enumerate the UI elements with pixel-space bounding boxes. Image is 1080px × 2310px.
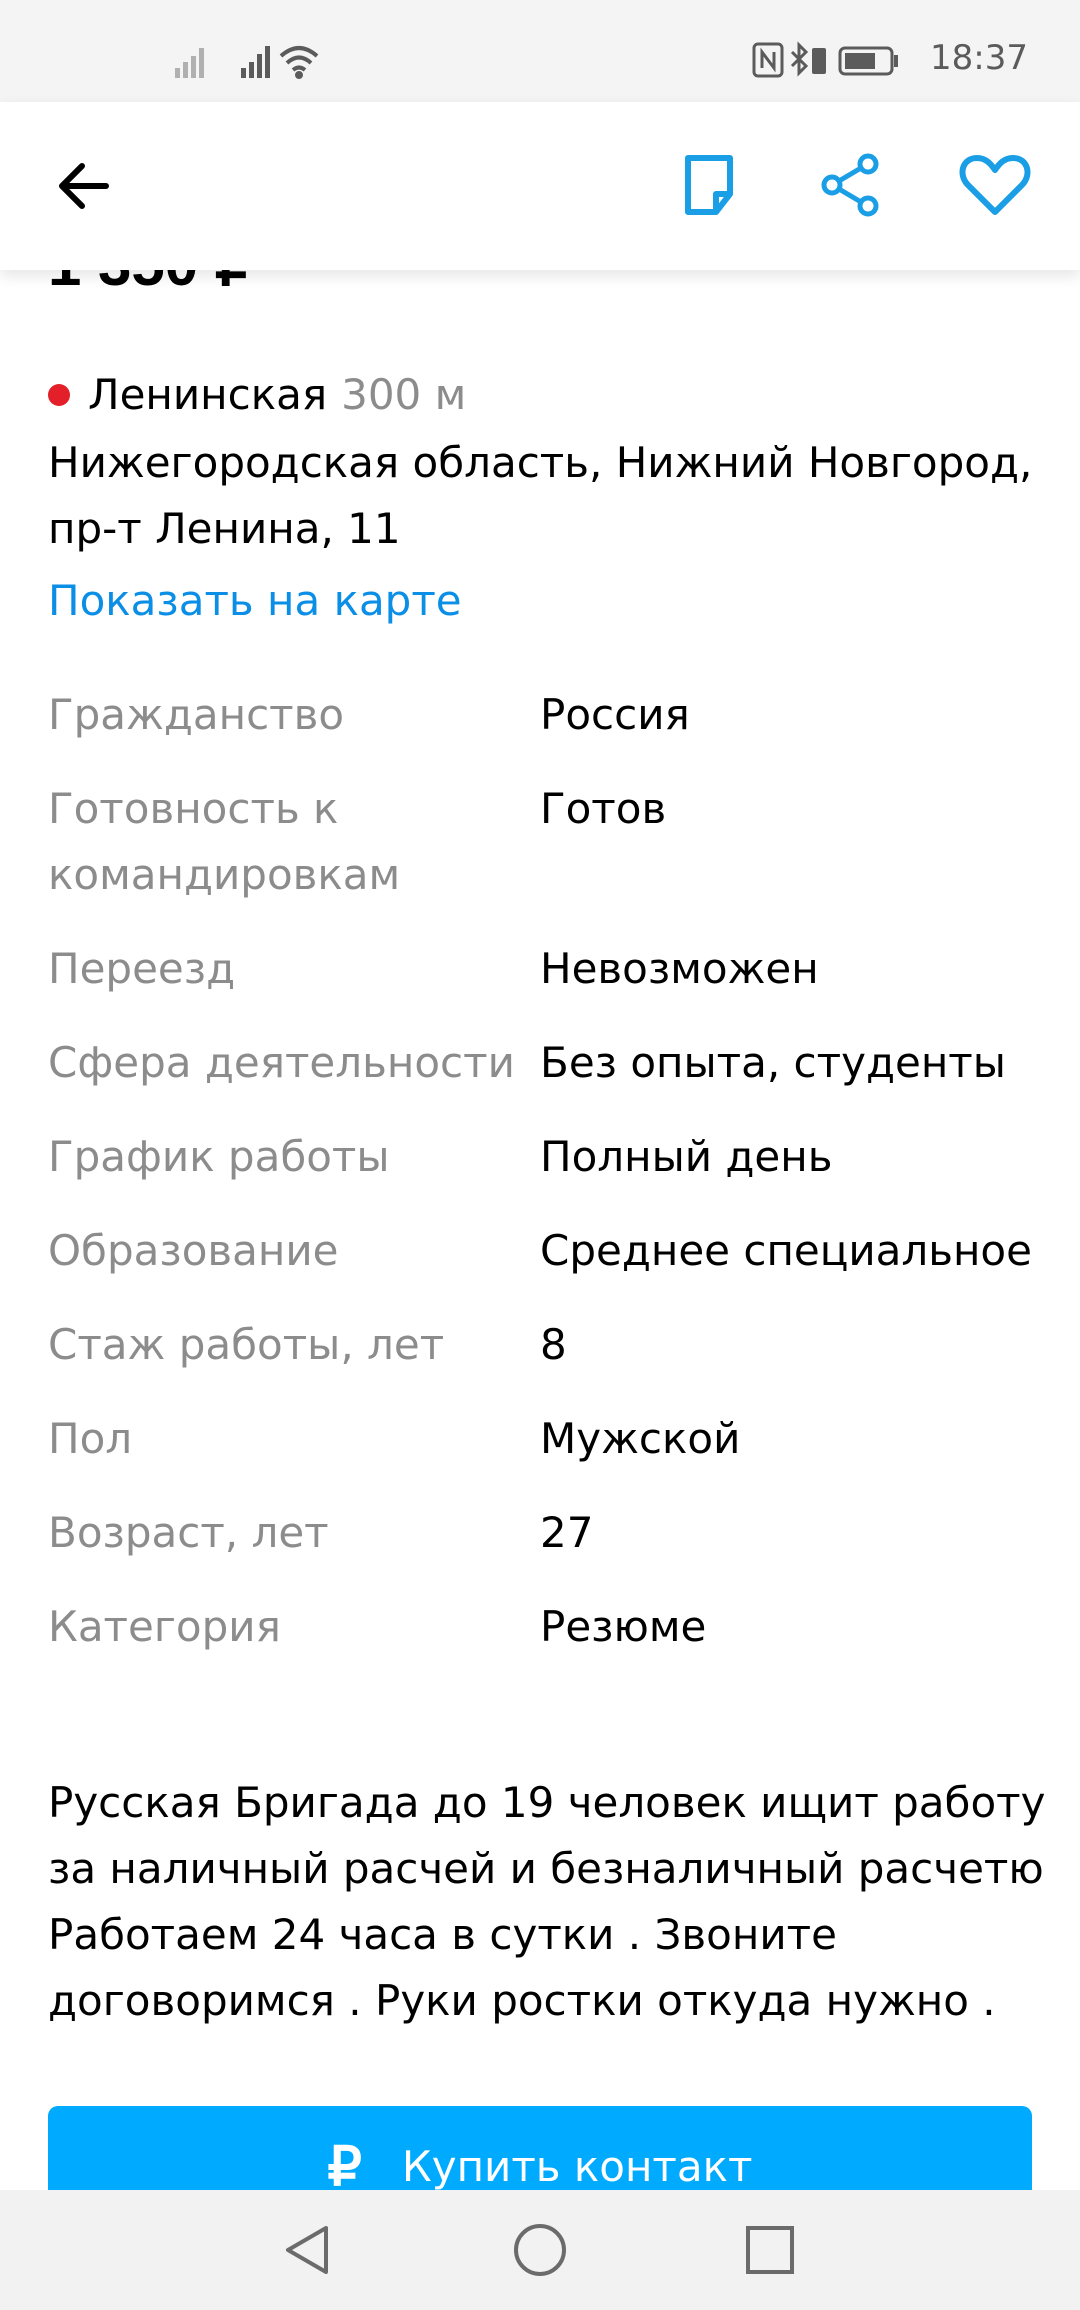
param-label: График работы	[48, 1132, 390, 1181]
param-row-category: Категория Резюме	[48, 1594, 1048, 1660]
param-label: Пол	[48, 1414, 133, 1463]
price: 1 350 ₽	[48, 270, 253, 300]
bluetooth-icon	[790, 41, 809, 77]
param-label: Образование	[48, 1226, 339, 1275]
buy-contact-button[interactable]: ₽ Купить контакт	[48, 2106, 1032, 2190]
params-table: Гражданство Россия Готовность к командир…	[48, 682, 1048, 1688]
param-value: Готов	[540, 784, 667, 833]
status-bar: 18:37	[0, 0, 1080, 102]
param-label: Гражданство	[48, 690, 345, 739]
param-label: Сфера деятельности	[48, 1038, 515, 1087]
metro-distance: 300 м	[341, 370, 467, 419]
app-bar	[0, 102, 1080, 270]
vibrate-icon	[812, 48, 826, 74]
back-arrow-icon[interactable]	[52, 154, 116, 218]
metro-station-name: Ленинская	[88, 370, 328, 419]
address: Нижегородская область, Нижний Новгород, …	[48, 438, 1033, 553]
nav-back-icon[interactable]	[278, 2220, 338, 2280]
system-icons	[752, 41, 898, 78]
param-value: Без опыта, студенты	[540, 1038, 1006, 1087]
signal-icons	[175, 46, 319, 79]
wifi-icon	[279, 46, 319, 79]
param-row-citizenship: Гражданство Россия	[48, 682, 1048, 748]
param-row-age: Возраст, лет 27	[48, 1500, 1048, 1566]
param-row-schedule: График работы Полный день	[48, 1124, 1048, 1190]
nav-recent-icon[interactable]	[740, 2220, 800, 2280]
param-value: Резюме	[540, 1602, 707, 1651]
param-label: Стаж работы, лет	[48, 1320, 445, 1369]
ruble-icon: ₽	[327, 2136, 362, 2191]
param-value: Россия	[540, 690, 690, 739]
system-nav-bar	[0, 2190, 1080, 2310]
param-value: 8	[540, 1320, 567, 1369]
listing-content: 1 350 ₽ Ленинская 300 м Нижегородская об…	[0, 270, 1080, 2190]
show-on-map-link[interactable]: Показать на карте	[48, 576, 462, 625]
metro-line-dot	[48, 383, 70, 406]
param-value: Полный день	[540, 1132, 833, 1181]
param-label: Возраст, лет	[48, 1508, 329, 1557]
buy-contact-label: Купить контакт	[401, 2141, 753, 2191]
note-icon[interactable]	[676, 152, 742, 218]
param-label: Переезд	[48, 944, 236, 993]
param-row-education: Образование Среднее специальное	[48, 1218, 1048, 1284]
battery-icon	[838, 46, 898, 76]
param-row-relocation: Переезд Невозможен	[48, 936, 1048, 1002]
param-row-business-trips: Готовность к командировкам Готов	[48, 776, 1048, 908]
clock: 18:37	[930, 38, 1028, 78]
param-label: Категория	[48, 1602, 281, 1651]
param-row-experience: Стаж работы, лет 8	[48, 1312, 1048, 1378]
param-row-field: Сфера деятельности Без опыта, студенты	[48, 1030, 1048, 1096]
signal-weak-icon	[175, 48, 204, 78]
param-value: Среднее специальное	[540, 1226, 1032, 1275]
param-value: Мужской	[540, 1414, 741, 1463]
description: Русская Бригада до 19 человек ищит работ…	[48, 1778, 1046, 2025]
signal-icon	[241, 46, 270, 78]
nav-home-icon[interactable]	[510, 2220, 570, 2280]
metro-station: Ленинская 300 м	[48, 370, 466, 419]
share-icon[interactable]	[818, 152, 884, 218]
param-value: 27	[540, 1508, 594, 1557]
param-label: Готовность к командировкам	[48, 784, 401, 899]
param-value: Невозможен	[540, 944, 819, 993]
param-row-gender: Пол Мужской	[48, 1406, 1048, 1472]
nfc-icon	[752, 42, 784, 78]
heart-icon[interactable]	[958, 152, 1032, 218]
